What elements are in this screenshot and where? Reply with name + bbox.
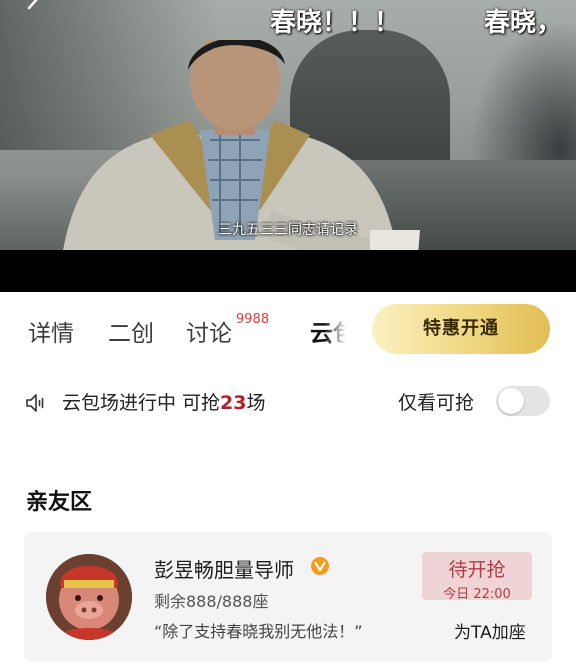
discussion-count-badge: 9988 bbox=[236, 312, 270, 327]
video-letterbox bbox=[0, 250, 576, 292]
screening-status-text: 云包场进行中 可抢23场 bbox=[62, 388, 266, 415]
reserve-button[interactable]: 待开抢 今日 22:00 bbox=[422, 552, 532, 602]
video-subtitle: 三九五三三同志请记录 bbox=[218, 222, 358, 238]
status-suffix: 场 bbox=[246, 392, 266, 414]
tab-derivative[interactable]: 二创 bbox=[108, 314, 154, 348]
status-prefix: 云包场进行中 可抢 bbox=[62, 392, 221, 414]
toggle-knob bbox=[498, 388, 524, 414]
back-icon[interactable] bbox=[24, 0, 42, 18]
available-count: 23 bbox=[220, 392, 247, 414]
tab-cloud-screening[interactable]: 云包场 bbox=[310, 314, 346, 348]
screening-card[interactable]: 彭昱畅胆量导师 剩余888/888座 “除了支持春晓我别无他法！” 待开抢 今日… bbox=[24, 532, 552, 662]
promo-subscribe-button[interactable]: 特惠开通 bbox=[372, 304, 550, 354]
danmaku-comment: 春晓， bbox=[484, 8, 563, 38]
available-only-toggle[interactable] bbox=[496, 386, 550, 416]
video-player[interactable]: 春晓！！！ 春晓， 三九五三三同志请记录 bbox=[0, 0, 576, 292]
pig-character-avatar bbox=[46, 554, 132, 640]
content-tab-bar: 详情 二创 讨论 9988 云包场 特惠开通 bbox=[0, 292, 576, 366]
host-quote: “除了支持春晓我别无他法！” bbox=[154, 622, 363, 641]
remaining-seats: 剩余888/888座 bbox=[154, 592, 269, 611]
tab-discussion[interactable]: 讨论 bbox=[186, 314, 232, 348]
screening-status-row: 云包场进行中 可抢23场 仅看可抢 bbox=[0, 366, 576, 436]
available-only-label: 仅看可抢 bbox=[398, 392, 475, 414]
reserve-label: 待开抢 bbox=[448, 559, 506, 581]
verified-badge-icon bbox=[311, 557, 329, 575]
section-title: 亲友区 bbox=[26, 490, 93, 515]
danmaku-comment: 春晓！！！ bbox=[270, 8, 401, 38]
reserve-time: 今日 22:00 bbox=[443, 587, 511, 602]
add-seat-link[interactable]: 为TA加座 bbox=[454, 618, 526, 643]
avatar[interactable] bbox=[46, 554, 132, 640]
speaker-icon bbox=[26, 394, 44, 412]
host-name: 彭昱畅胆量导师 bbox=[154, 558, 294, 582]
tab-details[interactable]: 详情 bbox=[28, 314, 74, 348]
